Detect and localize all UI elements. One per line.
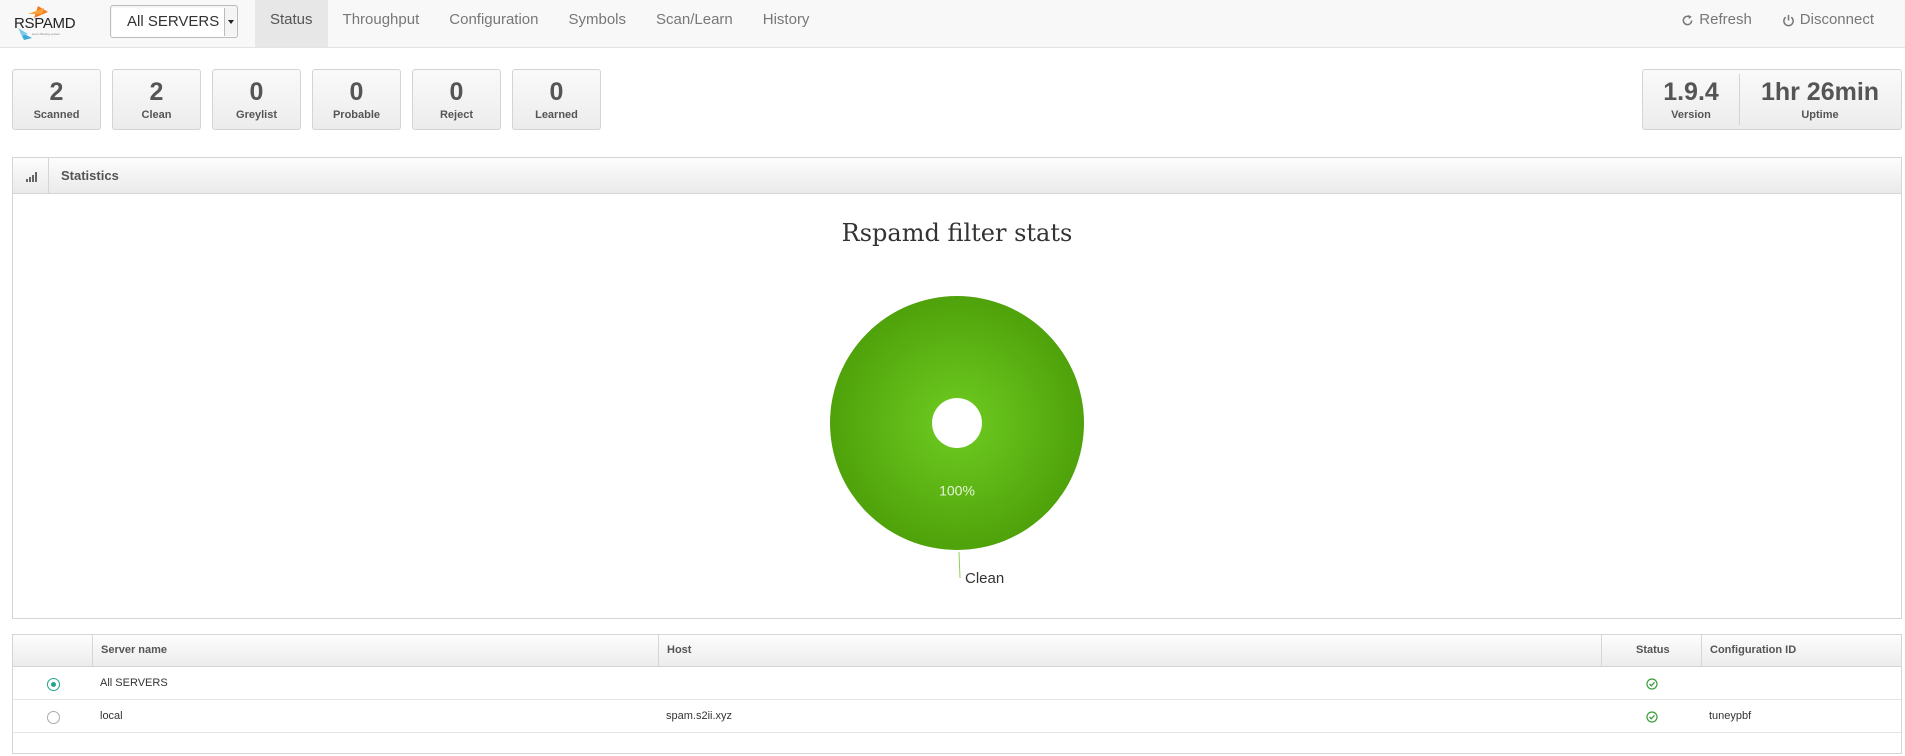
logo-text: RSPAMD	[14, 15, 76, 32]
disconnect-button[interactable]: Disconnect	[1767, 0, 1889, 40]
logo-subtitle: spam filtering system	[32, 32, 61, 36]
statistics-widget: Statistics Rspamd filter stats 100% Clean	[12, 157, 1902, 619]
table-header: Server name Host Status Configuration ID	[13, 635, 1901, 667]
stat-label: Learned	[535, 109, 578, 121]
server-table: Server name Host Status Configuration ID…	[12, 634, 1902, 754]
host-cell	[658, 667, 666, 700]
stat-greylist: 0 Greylist	[212, 69, 301, 130]
config-id-cell: tuneypbf	[1709, 710, 1752, 722]
stat-value: 0	[549, 78, 564, 106]
table-row[interactable]: local spam.s2ii.xyz tuneypbf	[13, 700, 1901, 733]
pie-chart-svg: 100% Clean	[830, 296, 1084, 587]
stat-label: Scanned	[33, 109, 80, 121]
server-select-value: All SERVERS	[127, 13, 220, 30]
power-icon	[1782, 14, 1794, 26]
tab-throughput[interactable]: Throughput	[328, 0, 435, 47]
server-radio[interactable]	[47, 711, 60, 724]
tab-history[interactable]: History	[748, 0, 825, 47]
stat-probable: 0 Probable	[312, 69, 401, 130]
top-navbar: RSPAMD spam filtering system All SERVERS…	[0, 0, 1905, 48]
stat-reject: 0 Reject	[412, 69, 501, 130]
header-configuration-id[interactable]: Configuration ID	[1701, 635, 1901, 667]
stat-scanned: 2 Scanned	[12, 69, 101, 130]
widget-title: Statistics	[61, 168, 119, 183]
chevron-down-icon[interactable]	[224, 8, 236, 36]
stat-value: 0	[349, 78, 364, 106]
stat-value: 2	[149, 78, 164, 106]
stat-version: 1.9.4 Version	[1643, 70, 1739, 129]
stat-label: Uptime	[1801, 109, 1839, 121]
header-host[interactable]: Host	[658, 635, 1601, 667]
nav-actions: Refresh Disconnect	[1666, 0, 1889, 40]
refresh-icon	[1682, 14, 1693, 25]
stat-uptime: 1hr 26min Uptime	[1740, 70, 1900, 129]
stat-label: Reject	[439, 109, 474, 121]
stat-label: Clean	[141, 109, 172, 121]
server-info-box: 1.9.4 Version 1hr 26min Uptime	[1642, 69, 1902, 130]
stat-value: 1.9.4	[1663, 78, 1719, 106]
stat-value: 0	[249, 78, 264, 106]
header-select	[13, 635, 92, 667]
check-circle-icon	[1646, 711, 1658, 723]
refresh-label: Refresh	[1699, 11, 1752, 28]
signal-bars-icon	[13, 158, 49, 193]
stat-learned: 0 Learned	[512, 69, 601, 130]
main-tabs: Status Throughput Configuration Symbols …	[255, 0, 824, 47]
table-row[interactable]: All SERVERS	[13, 667, 1901, 700]
stat-label: Probable	[332, 109, 381, 121]
refresh-button[interactable]: Refresh	[1666, 0, 1767, 40]
pie-category-label: Clean	[965, 570, 1004, 587]
server-radio[interactable]	[47, 678, 60, 691]
pie-data-label: 100%	[939, 482, 975, 498]
check-circle-icon	[1646, 678, 1658, 690]
tab-symbols[interactable]: Symbols	[554, 0, 642, 47]
pie-leader-line	[958, 551, 961, 579]
stat-label: Greylist	[236, 109, 277, 121]
pie-center-hole	[932, 398, 982, 448]
server-name-cell: local	[100, 710, 123, 722]
header-server-name[interactable]: Server name	[92, 635, 658, 667]
stat-value: 0	[449, 78, 464, 106]
rspamd-logo[interactable]: RSPAMD spam filtering system	[14, 2, 84, 42]
host-cell: spam.s2ii.xyz	[666, 710, 733, 722]
stat-label: Version	[1671, 109, 1711, 121]
header-status[interactable]: Status	[1601, 635, 1701, 667]
tab-scan-learn[interactable]: Scan/Learn	[641, 0, 748, 47]
server-name-cell: All SERVERS	[100, 677, 168, 689]
stat-value: 2	[49, 78, 64, 106]
stat-value: 1hr 26min	[1760, 78, 1880, 106]
pie-chart: Rspamd filter stats 100% Clean	[13, 207, 1901, 607]
disconnect-label: Disconnect	[1799, 11, 1874, 28]
config-id-cell	[1701, 667, 1709, 700]
tab-status[interactable]: Status	[255, 0, 328, 47]
stat-clean: 2 Clean	[112, 69, 201, 130]
widget-header: Statistics	[13, 158, 1901, 194]
server-select[interactable]: All SERVERS	[110, 5, 238, 38]
tab-configuration[interactable]: Configuration	[434, 0, 553, 47]
